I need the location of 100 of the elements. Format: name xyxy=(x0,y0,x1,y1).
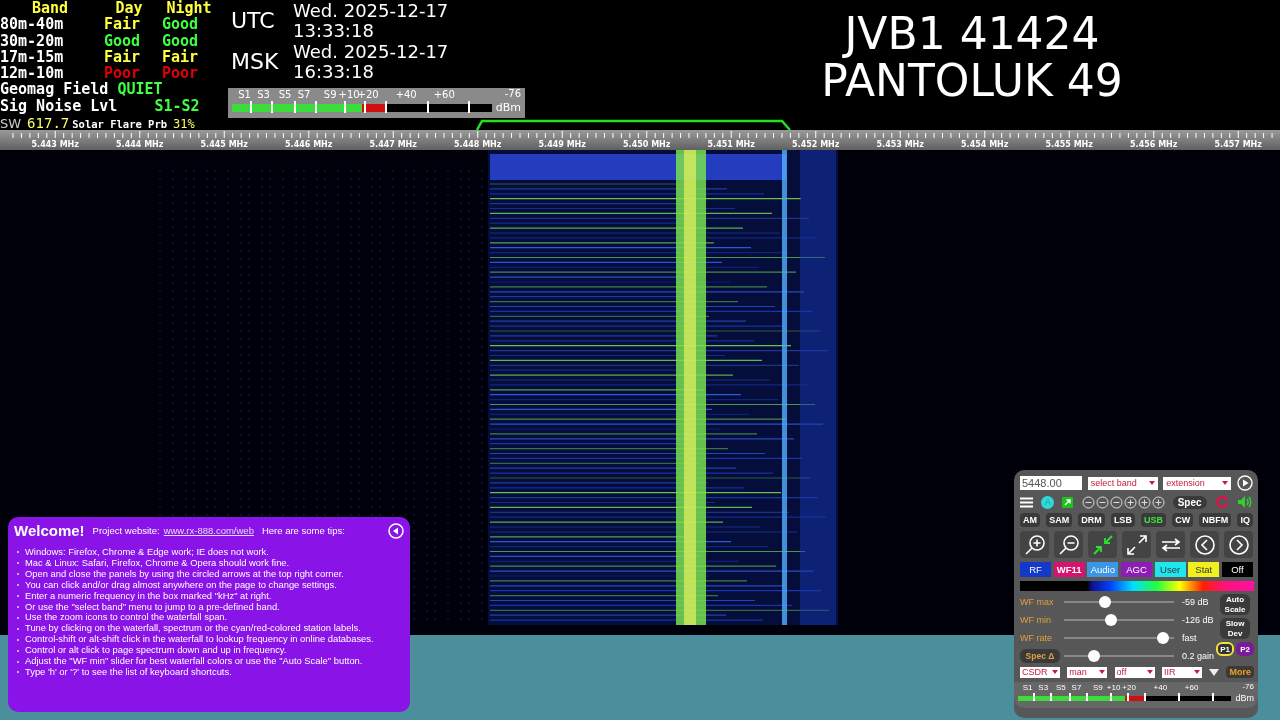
meter-tick-label: +40 xyxy=(1153,683,1168,692)
tip-text: You can click and/or drag almost anywhere on the page to change settings. xyxy=(25,579,337,591)
mode-button[interactable]: USB xyxy=(1141,513,1166,527)
chevron-right-icon xyxy=(1227,533,1250,556)
chevron-left-icon xyxy=(1193,533,1216,556)
tip-text: Windows: Firefox, Chrome & Edge work; IE does not work. xyxy=(25,547,269,558)
scale-button[interactable]: Slow Dev xyxy=(1220,618,1251,639)
slider-thumb[interactable] xyxy=(1105,613,1118,626)
slider-thumb[interactable] xyxy=(1087,649,1100,662)
plus-circle-icon[interactable] xyxy=(1123,495,1137,509)
zoom-max-button[interactable] xyxy=(1122,531,1151,558)
tip-text: Control-shift or alt-shift click in the waterfall to lookup frequency in online databases. xyxy=(25,634,374,646)
noise-value: S1-S2 xyxy=(154,97,200,115)
tip-text: Open and close the panels by using the circled arrows at the top right corner. xyxy=(25,568,344,580)
flare-label: Solar Flare Prb xyxy=(72,117,168,133)
timezone-label: UTC xyxy=(230,8,276,33)
play-icon[interactable] xyxy=(1236,475,1253,491)
option-select[interactable]: IIR xyxy=(1161,666,1202,678)
column-heading: Night xyxy=(165,0,213,17)
day-condition: Good xyxy=(104,32,142,49)
minus-circle-icon[interactable] xyxy=(1109,495,1123,509)
mode-button[interactable]: NBFM xyxy=(1199,513,1232,527)
frequency-label: 5.456 MHz xyxy=(1129,140,1179,149)
option-select[interactable]: off xyxy=(1114,666,1155,678)
slider-label: WF rate xyxy=(1020,632,1053,643)
menu-icon[interactable] xyxy=(1020,496,1033,508)
spec-delta-button[interactable]: Spec Δ xyxy=(1020,648,1060,663)
minus-circle-icon[interactable] xyxy=(1081,495,1095,509)
meter-tick-label: +60 xyxy=(433,89,455,100)
zoom-out-button[interactable] xyxy=(1054,531,1083,558)
zoom-out-icon xyxy=(1057,533,1080,556)
meter-tick-label: +60 xyxy=(1184,683,1199,692)
tip-text: Tune by clicking on the waterfall, spectrum or the cyan/red-colored station labels. xyxy=(25,623,361,635)
next-button[interactable] xyxy=(1224,531,1253,558)
meter-tick-label: +10 xyxy=(338,89,360,100)
slider-thumb[interactable] xyxy=(1157,631,1170,644)
speaker-icon[interactable] xyxy=(1236,495,1253,509)
band-label: 30m-20m xyxy=(0,32,65,49)
tip-text: Adjust the "WF min" slider for best waterfall colors or use the "Auto Scale" button. xyxy=(25,656,363,667)
slider-label: WF max xyxy=(1020,596,1055,607)
meter-tick-label: S1 xyxy=(238,89,251,100)
meter-tick-label: +20 xyxy=(1122,683,1136,692)
mode-button[interactable]: AM xyxy=(1020,513,1040,527)
frequency-label: 5.444 MHz xyxy=(115,140,165,149)
date-text: Wed. 2025-12-17 xyxy=(293,0,449,21)
meter-tick-label: S5 xyxy=(1055,683,1066,692)
slider-value: -59 dB xyxy=(1182,596,1209,607)
panel-tab[interactable]: Off xyxy=(1221,562,1253,577)
extension-select[interactable]: extension xyxy=(1163,476,1232,490)
slider-thumb[interactable] xyxy=(1099,595,1112,608)
preset-button[interactable]: P1 xyxy=(1216,642,1235,656)
solar-wind-value: 617.7 xyxy=(27,115,70,132)
solar-wind-label: SW xyxy=(0,116,22,133)
scale-button[interactable]: Auto Scale xyxy=(1220,594,1251,615)
more-button[interactable]: More xyxy=(1226,666,1254,678)
option-select[interactable]: man xyxy=(1067,666,1108,678)
preset-button[interactable]: P2 xyxy=(1236,642,1255,656)
mode-button[interactable]: CW xyxy=(1172,513,1194,527)
minus-circle-icon[interactable] xyxy=(1095,495,1109,509)
zoom-band-button[interactable] xyxy=(1088,531,1117,558)
mode-button[interactable]: DRM xyxy=(1078,513,1105,527)
arrows-inward-icon xyxy=(1091,533,1114,556)
mode-button[interactable]: LSB xyxy=(1110,513,1135,527)
meter-tick-label: +10 xyxy=(1106,683,1121,692)
panel-tab[interactable]: RF xyxy=(1020,562,1051,577)
flare-value: 31% xyxy=(173,116,195,133)
panel-tab[interactable]: Stat xyxy=(1188,562,1220,577)
arrows-outward-icon xyxy=(1125,533,1148,556)
frequency-label: 5.447 MHz xyxy=(368,140,418,149)
band-select[interactable]: select band xyxy=(1087,476,1158,490)
mode-button[interactable]: SAM xyxy=(1046,513,1073,527)
noise-label: Sig Noise Lvl xyxy=(0,97,118,115)
panel-tab[interactable]: AGC xyxy=(1120,562,1152,577)
website-link[interactable]: www.rx-888.com/web xyxy=(163,525,254,536)
band-label: 12m-10m xyxy=(0,65,64,82)
meter-tick-label: S9 xyxy=(1093,683,1103,692)
arrow-square-icon[interactable] xyxy=(1062,496,1074,508)
collapse-icon[interactable] xyxy=(388,522,404,539)
option-select[interactable]: CSDR xyxy=(1020,666,1060,678)
time-text: 16:33:18 xyxy=(293,61,375,82)
meter-reading: -76 xyxy=(1242,682,1254,691)
plus-circle-icon[interactable] xyxy=(1151,495,1165,509)
column-heading: Day xyxy=(115,0,144,17)
passband-marker[interactable] xyxy=(476,119,792,131)
panel-tab[interactable]: User xyxy=(1154,562,1186,577)
swap-button[interactable] xyxy=(1156,531,1185,558)
previous-button[interactable] xyxy=(1190,531,1219,558)
frequency-scale[interactable]: 5.443 MHz 5.444 MHz 5.445 MHz 5.446 MHz 5.447 MHz 5.448 MHz 5.449 MHz 5.450 MHz 5.451 MHz 5.452 MHz 5.453 MHz 5.454 MHz 5.455 MHz 5.456 MHz 5.457 MHz xyxy=(0,130,1280,150)
spec-button[interactable]: Spec xyxy=(1172,495,1207,509)
down-triangle-icon[interactable] xyxy=(1209,668,1220,676)
zoom-in-button[interactable] xyxy=(1020,531,1049,558)
frequency-input[interactable]: 5448.00 xyxy=(1020,476,1082,490)
plus-circle-icon[interactable] xyxy=(1137,495,1151,509)
geomag-value: QUIET xyxy=(117,81,163,98)
panel-tab[interactable]: WF11 xyxy=(1053,562,1085,577)
station-title: JVB1 41424 xyxy=(844,10,1100,57)
frequency-label: 5.453 MHz xyxy=(875,140,925,149)
mode-button[interactable]: IQ xyxy=(1237,513,1253,527)
day-condition: Fair xyxy=(104,16,141,33)
geomag-label: Geomag Field xyxy=(0,81,109,98)
